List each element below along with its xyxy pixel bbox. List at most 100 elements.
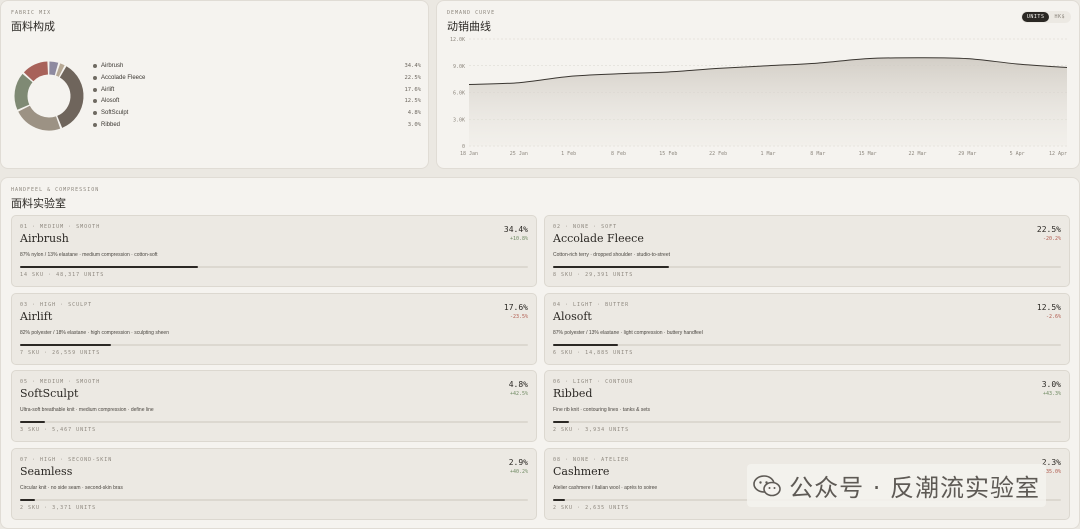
card-meta: 01 · MEDIUM · SMOOTH xyxy=(20,224,101,230)
card-name: Seamless xyxy=(20,464,73,478)
wechat-icon xyxy=(753,474,781,497)
demand-chart: 12.0K 9.0K 6.0K 3.0K 018 Jan 25 Jan 1 Feb 8 Feb… xyxy=(450,37,1068,157)
share-bar-track xyxy=(553,266,1061,268)
card-description: Circular knit · no side seam · second-sk… xyxy=(20,484,123,491)
card-description: 87% nylon / 13% elastane · medium compre… xyxy=(20,252,158,258)
legend-label: Airbrush xyxy=(101,63,124,69)
legend-item: Airlift 17.6% xyxy=(93,87,421,93)
card-meta: 04 · LIGHT · BUTTER xyxy=(553,301,630,308)
x-tick-label: 5 Apr xyxy=(1010,151,1025,157)
share-bar-fill xyxy=(20,421,45,423)
share-bar-fill xyxy=(20,343,111,346)
share-bar-fill xyxy=(20,498,35,501)
card-delta: +40.2% xyxy=(509,468,528,475)
fabric-mix-title: 面料构成 xyxy=(11,20,55,33)
card-share: 3.0% xyxy=(1041,380,1061,389)
card-footer: 8 SKU · 29,391 UNITS xyxy=(553,272,634,278)
card-description: Fine rib knit · contouring lines · tanks… xyxy=(553,407,650,413)
fabric-card[interactable]: 02 · NONE · SOFT Accolade Fleece Cotton-ri… xyxy=(544,215,1070,287)
x-tick-label: 8 Feb xyxy=(611,151,626,157)
card-share: 22.5% xyxy=(1036,225,1061,234)
demand-curve-panel: DEMAND CURVE 动销曲线 UNITS HK$ 12.0K 9.0K 6.0… xyxy=(436,0,1080,169)
legend-value: 22.5% xyxy=(404,74,421,81)
x-tick-label: 29 Mar xyxy=(958,151,976,157)
legend-item: Ribbed 3.0% xyxy=(93,122,421,128)
x-tick-label: 25 Jan xyxy=(510,151,528,157)
legend-swatch xyxy=(93,64,97,68)
fabric-mix-panel: FABRIC MIX 面料构成 Airbrush 34.4% Accolade Fl… xyxy=(0,0,429,169)
fabric-card[interactable]: 01 · MEDIUM · SMOOTH Airbrush 87% nylon / … xyxy=(11,215,537,287)
donut-slice-alosoft[interactable] xyxy=(23,61,49,82)
card-meta: 05 · MEDIUM · SMOOTH xyxy=(20,379,101,385)
card-delta: +10.8% xyxy=(509,236,528,242)
card-name: Ribbed xyxy=(553,387,593,400)
x-tick-label: 15 Feb xyxy=(659,151,677,157)
legend-item: Alosoft 12.5% xyxy=(93,98,421,104)
demand-area xyxy=(469,57,1067,146)
y-tick-label: 9.0K xyxy=(453,64,465,70)
card-meta: 03 · HIGH · SCULPT xyxy=(20,301,93,308)
legend-label: Accolade Fleece xyxy=(101,74,146,81)
x-tick-label: 22 Mar xyxy=(908,151,926,157)
toggle-hkd[interactable]: HK$ xyxy=(1049,12,1070,22)
legend-swatch xyxy=(93,111,97,116)
toggle-units[interactable]: UNITS xyxy=(1021,12,1050,22)
card-footer: 2 SKU · 3,371 UNITS xyxy=(20,504,97,511)
lab-title: 面料实验室 xyxy=(11,197,66,210)
legend-label: Airlift xyxy=(101,86,115,93)
legend-item: Accolade Fleece 22.5% xyxy=(93,75,421,81)
fabric-mix-donut xyxy=(14,61,84,131)
fabric-card[interactable]: 04 · LIGHT · BUTTER Alosoft 87% polyester … xyxy=(544,292,1070,365)
legend-swatch xyxy=(93,75,97,80)
x-tick-label: 22 Feb xyxy=(709,151,727,157)
card-name: Accolade Fleece xyxy=(553,232,644,245)
lab-eyebrow: HANDFEEL & COMPRESSION xyxy=(11,187,100,193)
fabric-card[interactable]: 03 · HIGH · SCULPT Airlift 82% polyester /… xyxy=(11,292,537,365)
card-name: SoftSculpt xyxy=(20,387,79,400)
card-delta: +43.3% xyxy=(1042,391,1061,397)
donut-slice-airbrush[interactable] xyxy=(56,66,84,128)
share-bar-fill xyxy=(553,421,569,423)
card-share: 34.4% xyxy=(503,225,528,234)
card-meta: 08 · NONE · ATELIER xyxy=(553,456,630,463)
x-tick-label: 18 Jan xyxy=(460,151,478,157)
card-footer: 2 SKU · 3,934 UNITS xyxy=(553,427,630,433)
x-tick-label: 15 Mar xyxy=(859,151,877,157)
y-tick-label: 6.0K xyxy=(453,91,465,97)
share-bar-fill xyxy=(20,266,198,268)
card-footer: 7 SKU · 26,559 UNITS xyxy=(20,349,101,356)
share-bar-track xyxy=(20,266,528,268)
card-share: 2.9% xyxy=(508,457,528,467)
donut-slice-softsculpt[interactable] xyxy=(49,61,59,76)
card-footer: 6 SKU · 14,885 UNITS xyxy=(553,349,634,356)
legend-value: 34.4% xyxy=(404,63,421,69)
x-tick-label: 12 Apr xyxy=(1049,151,1067,157)
fabric-card[interactable]: 05 · MEDIUM · SMOOTH SoftSculpt Ultra-soft… xyxy=(11,370,537,442)
x-tick-label: 1 Mar xyxy=(760,151,775,157)
x-tick-label: 1 Feb xyxy=(561,151,576,157)
card-delta: +42.5% xyxy=(509,391,528,397)
units-toggle[interactable]: UNITS HK$ xyxy=(1020,11,1071,23)
card-delta: -2.6% xyxy=(1045,313,1061,320)
donut-slice-ribbed[interactable] xyxy=(55,63,65,77)
card-footer: 14 SKU · 48,317 UNITS xyxy=(20,272,105,278)
y-tick-label: 3.0K xyxy=(453,117,465,123)
donut-slice-accolade-fleece[interactable] xyxy=(18,105,61,131)
card-footer: 2 SKU · 2,635 UNITS xyxy=(553,504,630,511)
card-share: 12.5% xyxy=(1036,302,1061,312)
card-meta: 02 · NONE · SOFT xyxy=(553,224,618,230)
card-name: Airbrush xyxy=(20,232,69,245)
share-bar-track xyxy=(553,343,1061,346)
card-meta: 07 · HIGH · SECOND-SKIN xyxy=(20,456,113,463)
fabric-card[interactable]: 07 · HIGH · SECOND-SKIN Seamless Circular … xyxy=(11,447,537,520)
legend-swatch xyxy=(93,99,97,104)
card-share: 4.8% xyxy=(508,380,528,389)
card-name: Cashmere xyxy=(553,464,610,478)
legend-value: 4.8% xyxy=(407,110,421,117)
donut-slice-airlift[interactable] xyxy=(14,73,33,110)
fabric-card[interactable]: 06 · LIGHT · CONTOUR Ribbed Fine rib knit … xyxy=(544,370,1070,442)
legend-label: Alosoft xyxy=(101,98,120,105)
share-bar-track xyxy=(20,421,528,423)
demand-eyebrow: DEMAND CURVE xyxy=(447,10,496,16)
share-bar-track xyxy=(553,421,1061,423)
